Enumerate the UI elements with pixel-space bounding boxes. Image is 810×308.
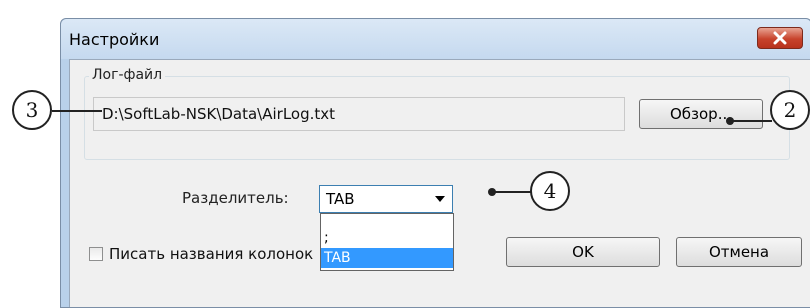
cancel-button[interactable]: Отмена: [676, 237, 802, 267]
close-button[interactable]: [757, 27, 803, 49]
settings-dialog: Настройки Лог-файл D:\SoftLab-NSK\Data\A…: [60, 18, 810, 308]
log-file-group-label: Лог-файл: [89, 67, 166, 83]
callout-3: 3: [12, 90, 52, 130]
callout-2-leader: [730, 120, 772, 122]
callout-3-leader: [52, 110, 102, 112]
dropdown-option-semicolon[interactable]: ;: [321, 228, 453, 248]
callout-4: 4: [530, 171, 570, 211]
log-file-group: Лог-файл D:\SoftLab-NSK\Data\AirLog.txt …: [84, 67, 790, 160]
callout-4-leader: [492, 191, 532, 193]
callout-4-leader-dot: [488, 188, 496, 196]
separator-value: TAB: [326, 190, 355, 208]
close-icon: [773, 31, 787, 45]
ok-button[interactable]: OK: [506, 237, 660, 267]
dialog-title: Настройки: [69, 30, 160, 49]
callout-2-leader-dot: [726, 117, 734, 125]
dropdown-option-tab[interactable]: TAB: [321, 248, 453, 268]
separator-label: Разделитель:: [182, 189, 289, 207]
write-columns-label[interactable]: Писать названия колонок: [109, 245, 313, 263]
separator-dropdown-list: ; TAB: [320, 213, 454, 271]
separator-combo[interactable]: TAB: [319, 185, 453, 213]
log-path-field[interactable]: D:\SoftLab-NSK\Data\AirLog.txt: [93, 97, 625, 131]
callout-2: 2: [770, 90, 810, 130]
chevron-down-icon[interactable]: [435, 196, 445, 202]
write-columns-checkbox[interactable]: [89, 247, 103, 261]
title-bar[interactable]: Настройки: [61, 19, 810, 59]
browse-button[interactable]: Обзор...: [639, 99, 763, 129]
dialog-body: Лог-файл D:\SoftLab-NSK\Data\AirLog.txt …: [69, 59, 810, 307]
